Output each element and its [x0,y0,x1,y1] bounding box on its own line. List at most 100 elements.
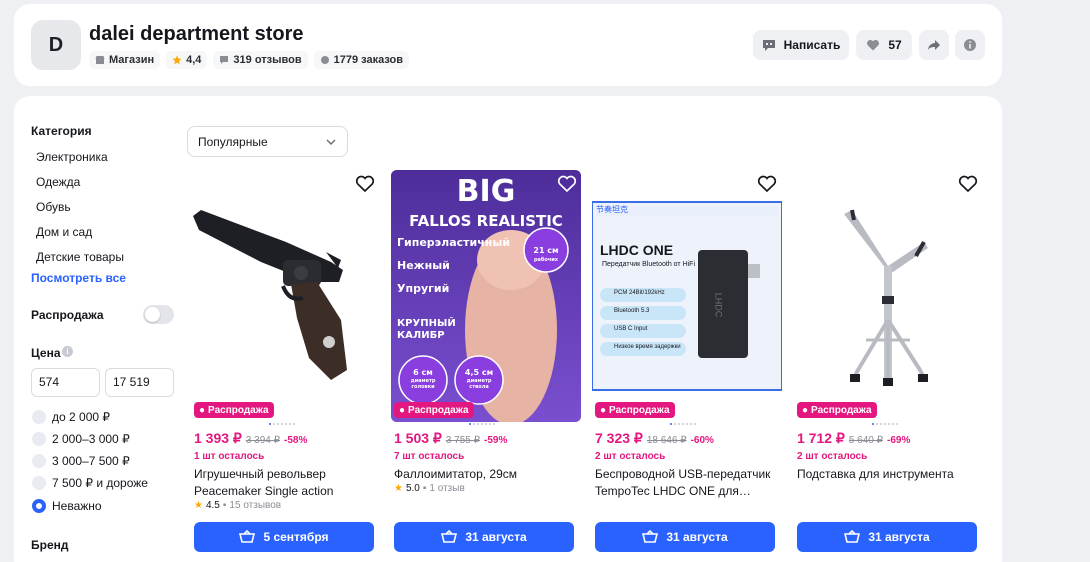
see-all-link[interactable]: Посмотреть все [31,271,126,285]
store-rating: 4,4 [186,54,202,66]
store-meta: Магазин 4,4 319 отзывов 1779 заказов [89,51,410,69]
feature-text: PCM 24Bit/192kHz [614,290,665,296]
write-message-label: Написать [783,38,841,52]
banner-size-sub: диаметр головки [410,378,436,390]
stock-left: 1 шт осталось [194,451,265,462]
store-reviews-badge[interactable]: 319 отзывов [213,51,308,69]
delivery-button[interactable]: 5 сентября [194,522,374,552]
chat-icon: ▪ [222,500,227,511]
price-range-label: до 2 000 ₽ [52,410,111,424]
radio-button[interactable] [32,454,46,468]
like-store-button[interactable]: 57 [856,30,912,60]
banner-size-sub: рабочих [533,257,559,263]
delivery-date: 31 августа [465,530,527,544]
product-title[interactable]: Беспроводной USB-передатчик TempoTec LHD… [595,466,777,500]
store-orders: 1779 заказов [333,54,404,66]
delivery-date: 5 сентября [263,530,329,544]
banner-size-label: 6 см [413,368,433,377]
price-row: 1 712 ₽ 5 640 ₽ -69% [797,430,910,447]
product-title[interactable]: Игрушечный револьвер Peacemaker Single a… [194,466,376,500]
box-icon [320,56,329,64]
star-icon: ★ [394,483,403,494]
category-item[interactable]: Обувь [36,200,71,214]
sale-badge: ● Распродажа [595,402,675,418]
stock-left: 2 шт осталось [595,451,666,462]
old-price: 3 755 ₽ [445,435,481,446]
product-rating: ★ 5.0 ▪ 1 отзыв [394,483,465,494]
product-image[interactable] [794,170,984,422]
fire-icon: ● [199,404,206,416]
price-from-input[interactable]: 574 [31,368,100,397]
current-price: 1 712 ₽ [797,430,845,446]
store-name: dalei department store [89,23,304,45]
cart-icon [441,530,458,543]
store-logo[interactable]: D [31,20,81,70]
old-price: 5 640 ₽ [848,435,884,446]
product-image[interactable]: 节奏坦克 LHDC ONE Передатчик Bluetooth от Hi… [592,170,782,422]
price-range-label: 7 500 ₽ и дороже [52,476,148,490]
radio-button[interactable] [32,476,46,490]
radio-button-selected[interactable] [32,499,46,513]
price-range-option[interactable]: Неважно [32,499,102,513]
info-icon[interactable]: i [62,346,73,357]
delivery-button[interactable]: 31 августа [797,522,977,552]
price-range-label: 3 000–7 500 ₽ [52,454,130,468]
product-rating: ★ 4.5 ▪ 15 отзывов [194,500,281,511]
write-message-button[interactable]: Написать [753,30,849,60]
share-button[interactable] [919,30,949,60]
info-button[interactable] [955,30,985,60]
price-title: Цена [31,346,61,360]
category-item[interactable]: Одежда [36,175,80,189]
product-image[interactable] [191,170,381,422]
price-row: 7 323 ₽ 18 646 ₽ -60% [595,430,714,447]
category-item[interactable]: Дом и сад [36,225,92,239]
sale-toggle[interactable] [143,305,174,324]
store-orders-badge: 1779 заказов [313,51,410,69]
old-price: 3 394 ₽ [245,435,281,446]
product-image[interactable]: BIG FALLOS REALISTIC Гиперэластичный Неж… [391,170,581,422]
current-price: 1 503 ₽ [394,430,442,446]
banner-caliber: КРУПНЫЙ КАЛИБР [397,318,456,341]
discount: -58% [284,435,308,446]
price-range-option[interactable]: 2 000–3 000 ₽ [32,432,130,446]
old-price: 18 646 ₽ [646,435,687,446]
device-text: LHDC [713,292,724,318]
sale-filter-label: Распродажа [31,308,104,322]
product-title[interactable]: Фаллоимитатор, 29см [394,466,576,483]
category-item[interactable]: Детские товары [36,250,124,264]
image-pagination [872,423,898,425]
banner-big: BIG [456,174,516,209]
sale-badge-label: Распродажа [208,404,269,416]
discount: -59% [484,435,508,446]
review-count: 15 отзывов [229,500,282,511]
delivery-button[interactable]: 31 августа [394,522,574,552]
heart-outline-icon[interactable] [958,175,978,193]
brand-title: Бренд [31,538,69,552]
heart-outline-icon[interactable] [557,175,577,193]
radio-button[interactable] [32,432,46,446]
product-title[interactable]: Подставка для инструмента [797,466,979,483]
price-range-option[interactable]: до 2 000 ₽ [32,410,110,424]
sale-badge-label: Распродажа [811,404,872,416]
category-item[interactable]: Электроника [36,150,108,164]
sale-badge: ● Распродажа [394,402,474,418]
sale-badge-label: Распродажа [408,404,469,416]
price-range-option[interactable]: 7 500 ₽ и дороже [32,476,148,490]
store-type-badge: Магазин [89,51,161,69]
delivery-date: 31 августа [868,530,930,544]
heart-outline-icon[interactable] [355,175,375,193]
catalog-panel: Категория Электроника Одежда Обувь Дом и… [14,96,1002,562]
heart-outline-icon[interactable] [757,175,777,193]
radio-button[interactable] [32,410,46,424]
fire-icon: ● [600,404,607,416]
price-range-option[interactable]: 3 000–7 500 ₽ [32,454,130,468]
model-label: LHDC ONE [600,242,674,258]
sort-select[interactable]: Популярные [187,126,348,157]
discount: -60% [690,435,714,446]
delivery-button[interactable]: 31 августа [595,522,775,552]
banner-feature: Упругий [397,282,450,295]
current-price: 7 323 ₽ [595,430,643,446]
price-to-input[interactable]: 17 519 [105,368,174,397]
store-reviews: 319 отзывов [233,54,302,66]
rating-value: 5.0 [405,483,420,494]
